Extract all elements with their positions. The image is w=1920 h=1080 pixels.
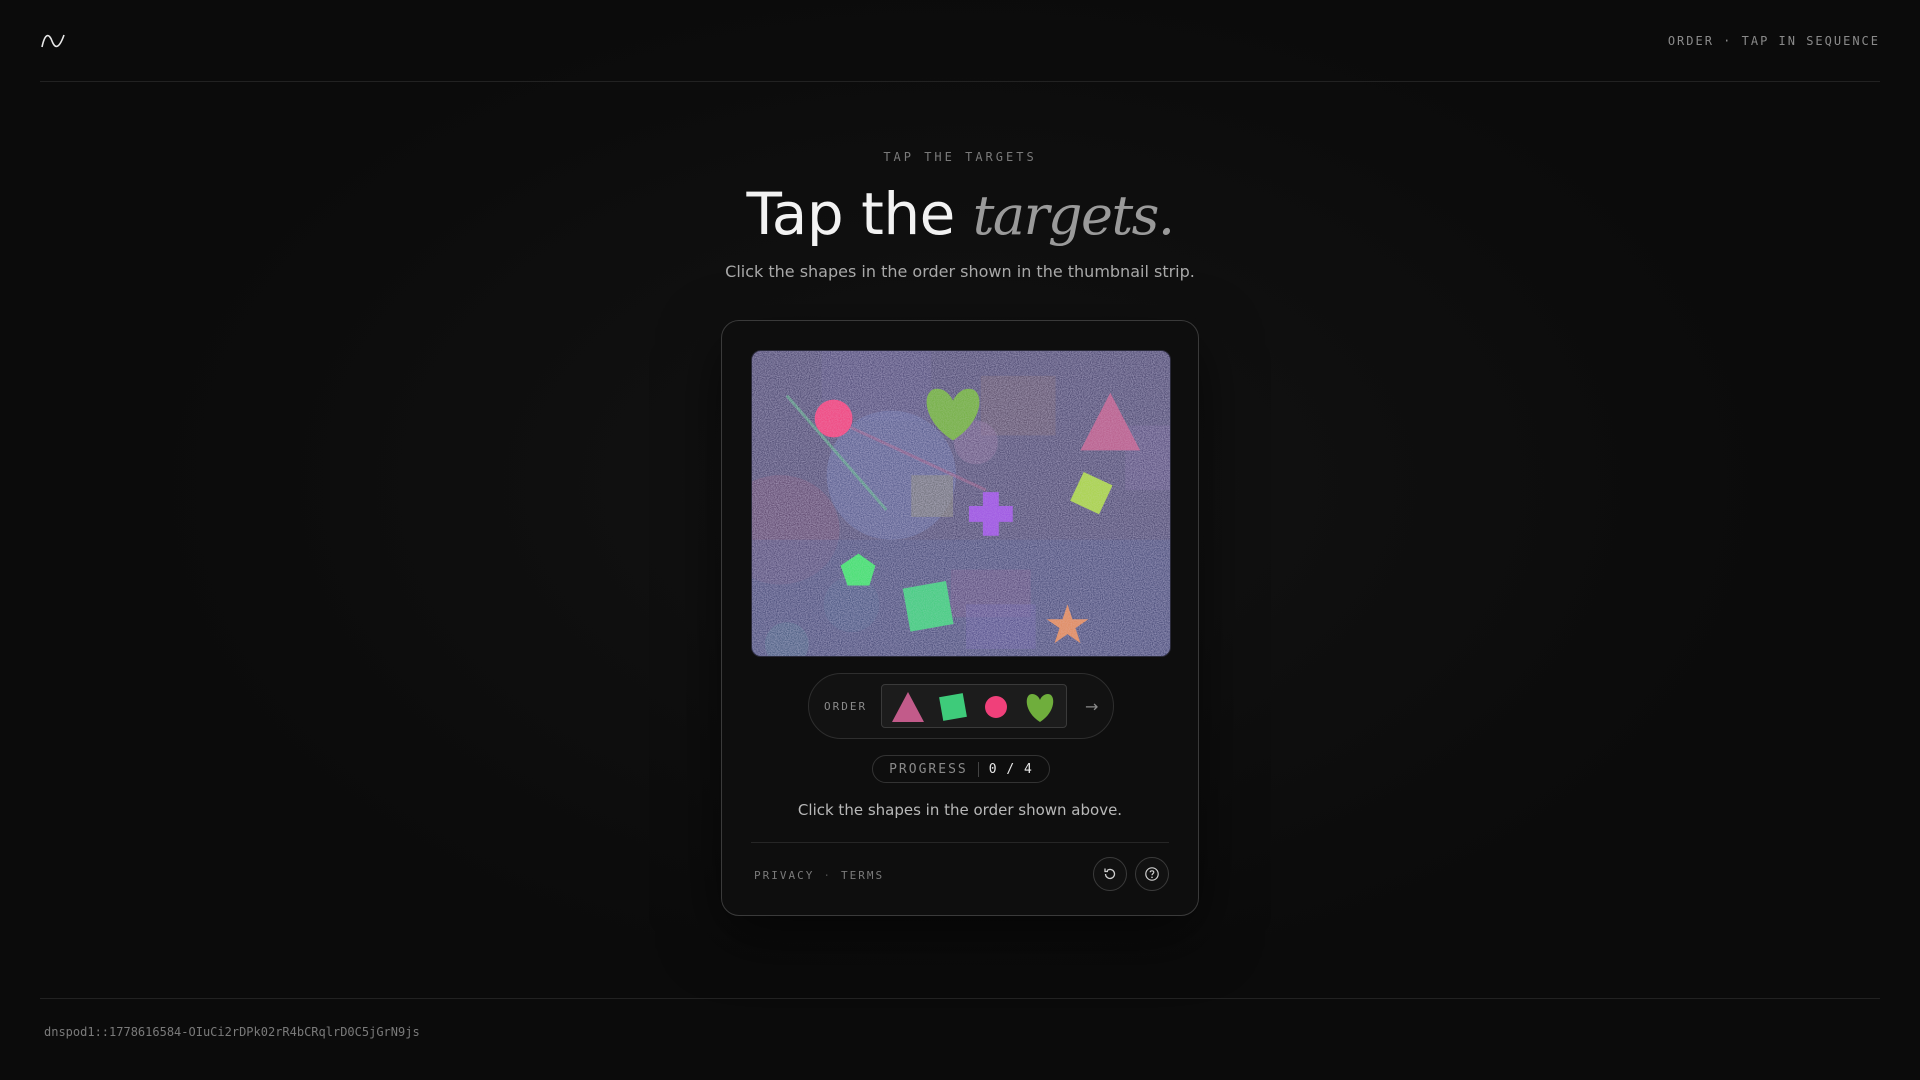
eyebrow: TAP THE TARGETS bbox=[883, 150, 1037, 164]
thumbnail-strip bbox=[881, 684, 1067, 728]
top-bar: ORDER · TAP IN SEQUENCE bbox=[40, 0, 1880, 82]
privacy-link[interactable]: PRIVACY bbox=[754, 869, 814, 882]
headline-emphasis: targets. bbox=[972, 184, 1175, 247]
help-button[interactable] bbox=[1135, 857, 1169, 891]
progress-label: PROGRESS bbox=[889, 761, 979, 777]
subtitle: Click the shapes in the order shown in t… bbox=[725, 262, 1195, 281]
instruction-text: Click the shapes in the order shown abov… bbox=[797, 801, 1123, 819]
wave-logo-icon[interactable] bbox=[40, 31, 66, 51]
thumb-triangle bbox=[888, 686, 928, 726]
divider bbox=[751, 842, 1169, 843]
order-label: ORDER bbox=[824, 699, 868, 713]
hero: TAP THE TARGETS Tap the targets. Click t… bbox=[0, 150, 1920, 281]
reload-button[interactable] bbox=[1093, 857, 1127, 891]
progress-badge: PROGRESS 0 / 4 bbox=[872, 755, 1050, 783]
captcha-card: ORDER → PROGRESS 0 / 4 Click the shapes … bbox=[721, 320, 1199, 916]
footer-divider bbox=[40, 998, 1880, 999]
link-separator: · bbox=[823, 869, 832, 882]
thumb-heart bbox=[1020, 686, 1060, 726]
shape-canvas[interactable] bbox=[751, 350, 1171, 657]
reload-icon bbox=[1104, 868, 1116, 880]
terms-link[interactable]: TERMS bbox=[841, 869, 884, 882]
progress-value: 0 / 4 bbox=[988, 761, 1033, 777]
footer-links: PRIVACY · TERMS bbox=[754, 869, 884, 882]
order-strip: ORDER → bbox=[808, 673, 1114, 739]
help-icon bbox=[1145, 867, 1159, 881]
thumb-circle bbox=[976, 686, 1016, 726]
arrow-right-icon: → bbox=[1085, 696, 1099, 716]
thumb-square bbox=[932, 686, 972, 726]
headline-plain: Tap the bbox=[746, 180, 973, 248]
session-token: dnspod1::1778616584-OIuCi2rDPk02rR4bCRql… bbox=[44, 1025, 420, 1039]
target-square[interactable] bbox=[902, 581, 954, 632]
page-title: Tap the targets. bbox=[0, 180, 1920, 248]
target-circle[interactable] bbox=[814, 399, 853, 438]
mode-label: ORDER · TAP IN SEQUENCE bbox=[1667, 33, 1880, 48]
